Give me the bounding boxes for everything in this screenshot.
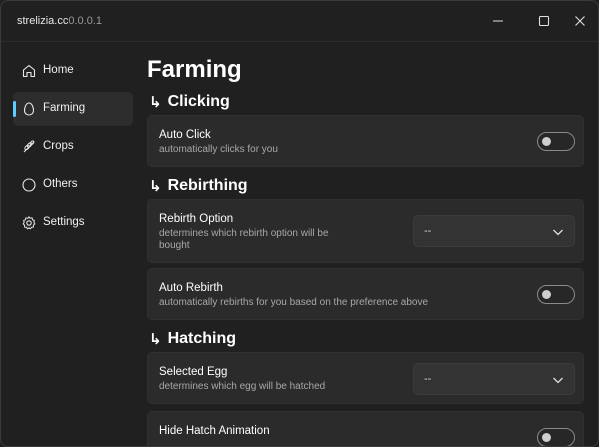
toggle-knob bbox=[542, 290, 551, 299]
section-heading-clicking: ↳ Clicking bbox=[149, 93, 230, 111]
sidebar-item-crops[interactable]: Crops bbox=[13, 130, 133, 164]
toggle-knob bbox=[542, 137, 551, 146]
auto-click-toggle[interactable] bbox=[537, 132, 575, 151]
close-icon bbox=[575, 16, 585, 26]
gear-icon bbox=[22, 216, 36, 230]
main-content: Farming ↳ Clicking Auto Click automatica… bbox=[141, 42, 598, 446]
sidebar-item-settings[interactable]: Settings bbox=[13, 206, 133, 240]
setting-card-rebirth-option: Rebirth Option determines which rebirth … bbox=[147, 199, 584, 263]
title-bar: strelizia.cc0.0.0.1 bbox=[1, 1, 598, 41]
hide-hatch-animation-toggle[interactable] bbox=[537, 428, 575, 446]
sidebar-item-label: Farming bbox=[43, 102, 86, 114]
circle-icon bbox=[22, 178, 36, 192]
section-heading-label: Hatching bbox=[167, 330, 237, 347]
arrow-icon: ↳ bbox=[149, 178, 162, 195]
setting-title: Rebirth Option bbox=[159, 213, 234, 225]
section-heading-label: Clicking bbox=[167, 93, 230, 110]
setting-description: automatically clicks for you bbox=[159, 144, 278, 155]
crop-icon bbox=[23, 140, 35, 153]
active-indicator bbox=[13, 101, 16, 117]
sidebar-item-others[interactable]: Others bbox=[13, 168, 133, 202]
minimize-icon bbox=[493, 20, 503, 22]
setting-title: Hide Hatch Animation bbox=[159, 425, 270, 437]
chevron-down-icon bbox=[553, 229, 563, 236]
setting-description: determines which egg will be hatched bbox=[159, 381, 326, 392]
sidebar-item-label: Others bbox=[43, 178, 78, 190]
app-title: strelizia.cc0.0.0.1 bbox=[17, 15, 102, 27]
sidebar-item-label: Home bbox=[43, 64, 74, 76]
auto-rebirth-toggle[interactable] bbox=[537, 285, 575, 304]
close-button[interactable] bbox=[565, 9, 595, 33]
sidebar: Home Farming Crops Others Settings bbox=[1, 42, 141, 446]
app-window: strelizia.cc0.0.0.1 Home Farming Crops O… bbox=[0, 0, 599, 447]
sidebar-item-farming[interactable]: Farming bbox=[13, 92, 133, 126]
rebirth-option-dropdown[interactable]: -- bbox=[413, 215, 575, 247]
sidebar-item-label: Crops bbox=[43, 140, 74, 152]
app-name: strelizia.cc bbox=[17, 15, 69, 27]
setting-card-hide-hatch-animation: Hide Hatch Animation bbox=[147, 411, 584, 446]
egg-icon bbox=[23, 102, 35, 116]
toggle-knob bbox=[542, 433, 551, 442]
dropdown-value: -- bbox=[424, 225, 432, 237]
setting-title: Selected Egg bbox=[159, 366, 228, 378]
arrow-icon: ↳ bbox=[149, 94, 162, 111]
setting-description: automatically rebirths for you based on … bbox=[159, 297, 429, 308]
setting-card-selected-egg: Selected Egg determines which egg will b… bbox=[147, 352, 584, 404]
sidebar-item-label: Settings bbox=[43, 216, 85, 228]
setting-card-auto-rebirth: Auto Rebirth automatically rebirths for … bbox=[147, 268, 584, 320]
arrow-icon: ↳ bbox=[149, 331, 162, 348]
setting-card-auto-click: Auto Click automatically clicks for you bbox=[147, 115, 584, 167]
maximize-icon bbox=[538, 15, 550, 27]
section-heading-rebirthing: ↳ Rebirthing bbox=[149, 177, 248, 195]
setting-description: determines which rebirth option will be bbox=[159, 228, 329, 239]
chevron-down-icon bbox=[553, 377, 563, 384]
minimize-button[interactable] bbox=[483, 9, 513, 33]
section-heading-hatching: ↳ Hatching bbox=[149, 330, 236, 348]
home-icon bbox=[22, 64, 36, 78]
dropdown-value: -- bbox=[424, 373, 432, 385]
app-version: 0.0.0.1 bbox=[68, 15, 102, 27]
sidebar-item-home[interactable]: Home bbox=[13, 54, 133, 88]
maximize-button[interactable] bbox=[529, 9, 559, 33]
selected-egg-dropdown[interactable]: -- bbox=[413, 363, 575, 395]
setting-description-cont: bought bbox=[159, 240, 190, 251]
page-title: Farming bbox=[147, 56, 242, 83]
setting-title: Auto Click bbox=[159, 129, 211, 141]
setting-title: Auto Rebirth bbox=[159, 282, 223, 294]
section-heading-label: Rebirthing bbox=[167, 177, 248, 194]
